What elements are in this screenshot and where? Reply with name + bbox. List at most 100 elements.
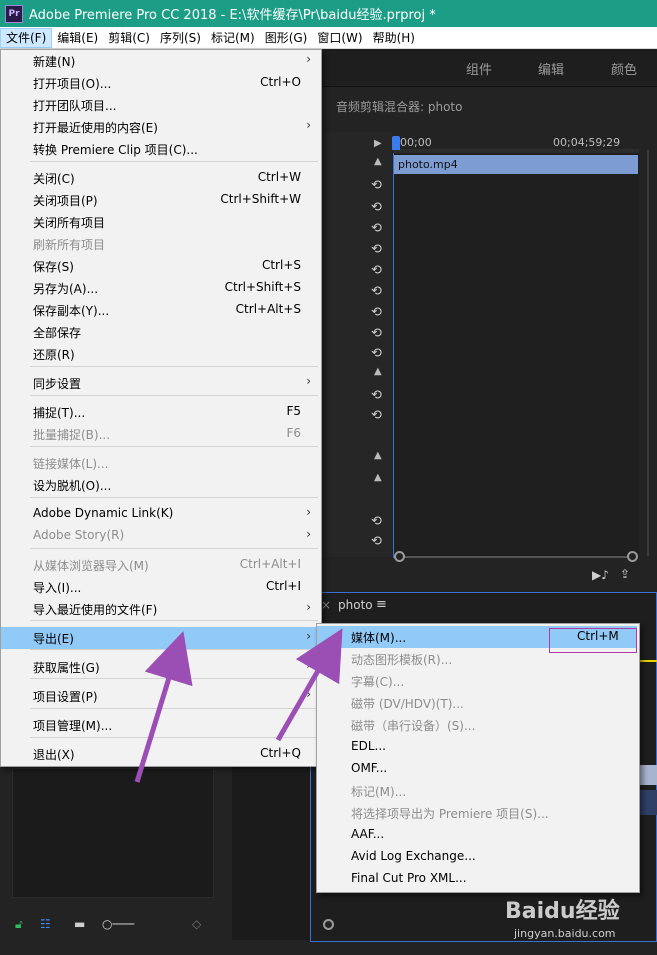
export-menu-item[interactable]: OMF... — [317, 758, 637, 780]
menu-file[interactable]: 文件(F) — [0, 27, 53, 48]
reset-icon[interactable]: ⟲ — [371, 408, 382, 423]
file-menu-item[interactable]: 打开最近使用的内容(E) › — [1, 116, 319, 138]
menu-separator — [30, 161, 318, 162]
reset-icon[interactable]: ⟲ — [371, 263, 382, 278]
collapse-arrow-icon[interactable]: ▲ — [374, 472, 382, 483]
reset-icon[interactable]: ⟲ — [371, 514, 382, 529]
export-menu-item[interactable]: AAF... — [317, 824, 637, 846]
menu-item-label: 刷新所有项目 — [33, 238, 106, 252]
time-ruler[interactable] — [393, 149, 639, 153]
reset-icon[interactable]: ⟲ — [371, 388, 382, 403]
audio-play-icon[interactable]: ▶♪ — [592, 568, 609, 582]
export-menu-item[interactable]: 磁带（串行设备）(S)... — [317, 714, 637, 736]
clip-item[interactable]: photo.mp4 — [394, 155, 638, 174]
timeline-scroll-handle[interactable] — [323, 919, 334, 930]
lock-icon[interactable]: 🔓︎ — [15, 917, 23, 932]
menu-clip[interactable]: 剪辑(C) — [103, 28, 155, 48]
file-menu-item[interactable]: 链接媒体(L)... — [1, 452, 319, 474]
reset-icon[interactable]: ⟲ — [371, 242, 382, 257]
panel-menu-icon[interactable]: ≡ — [376, 597, 387, 612]
file-menu-item[interactable]: 打开团队项目... — [1, 94, 319, 116]
file-menu-item[interactable]: 项目管理(M)... — [1, 714, 319, 736]
file-menu-item[interactable]: 关闭(C) Ctrl+W — [1, 167, 319, 189]
file-menu-item[interactable]: Adobe Dynamic Link(K) › — [1, 503, 319, 525]
menu-edit[interactable]: 编辑(E) — [52, 28, 103, 48]
close-icon[interactable]: × — [321, 598, 331, 612]
tab-color[interactable]: 颜色 — [611, 59, 637, 78]
menu-item-label: 转换 Premiere Clip 项目(C)... — [33, 143, 198, 157]
export-menu-item[interactable]: Final Cut Pro XML... — [317, 868, 637, 890]
file-menu-item[interactable]: 打开项目(O)... Ctrl+O — [1, 72, 319, 94]
export-menu-item[interactable]: 标记(M)... — [317, 780, 637, 802]
reset-icon[interactable]: ⟲ — [371, 178, 382, 193]
menu-help[interactable]: 帮助(H) — [368, 28, 420, 48]
collapse-arrow-icon[interactable]: ▲ — [374, 450, 382, 461]
export-menu-item[interactable]: 字幕(C)... — [317, 670, 637, 692]
menu-item-label: 设为脱机(O)... — [33, 479, 112, 493]
file-menu-item[interactable]: 项目设置(P) › — [1, 685, 319, 707]
tab-assembly[interactable]: 组件 — [466, 59, 492, 78]
menu-graphics[interactable]: 图形(G) — [260, 28, 313, 48]
reset-icon[interactable]: ⟲ — [371, 284, 382, 299]
vertical-scrollbar[interactable] — [647, 150, 649, 556]
file-menu-item[interactable]: 批量捕捉(B)... F6 — [1, 423, 319, 445]
tab-editing[interactable]: 编辑 — [538, 59, 564, 78]
collapse-arrow-icon[interactable]: ▲ — [374, 366, 382, 377]
file-menu-item[interactable]: 同步设置 › — [1, 372, 319, 394]
track-clip[interactable] — [639, 790, 657, 815]
file-menu-item[interactable]: Adobe Story(R) › — [1, 525, 319, 547]
play-arrow-icon[interactable]: ▶ — [374, 138, 382, 149]
file-menu-item[interactable]: 关闭所有项目 — [1, 211, 319, 233]
icon-view-icon[interactable]: ▬ — [74, 917, 85, 931]
menu-item-label: OMF... — [351, 761, 388, 775]
file-menu-item[interactable]: 从媒体浏览器导入(M) Ctrl+Alt+I — [1, 554, 319, 576]
sequence-tab[interactable]: photo — [338, 598, 373, 612]
track-clip[interactable] — [639, 765, 657, 785]
menu-item-label: 关闭项目(P) — [33, 194, 98, 208]
file-menu-item[interactable]: 设为脱机(O)... — [1, 474, 319, 496]
reset-icon[interactable]: ⟲ — [371, 221, 382, 236]
project-panel — [12, 768, 214, 898]
file-menu-item[interactable]: 保存(S) Ctrl+S — [1, 255, 319, 277]
scroll-handle-right[interactable] — [627, 551, 638, 562]
playhead[interactable] — [392, 136, 400, 150]
export-menu-item[interactable]: 磁带 (DV/HDV)(T)... — [317, 692, 637, 714]
file-menu-item[interactable]: 新建(N) › — [1, 50, 319, 72]
file-menu-item[interactable]: 转换 Premiere Clip 项目(C)... — [1, 138, 319, 160]
sort-icon[interactable]: ◇ — [192, 917, 201, 931]
list-view-icon[interactable]: ☷ — [40, 917, 51, 931]
file-menu-item[interactable]: 另存为(A)... Ctrl+Shift+S — [1, 277, 319, 299]
reset-icon[interactable]: ⟲ — [371, 326, 382, 341]
file-menu-item[interactable]: 退出(X) Ctrl+Q — [1, 743, 319, 765]
zoom-slider[interactable]: ○─── — [102, 917, 134, 931]
collapse-arrow-icon[interactable]: ▲ — [374, 156, 382, 167]
clip-timeline-area[interactable] — [393, 152, 639, 558]
file-menu-item[interactable]: 全部保存 — [1, 321, 319, 343]
file-menu-item[interactable]: 保存副本(Y)... Ctrl+Alt+S — [1, 299, 319, 321]
file-menu-item[interactable]: 关闭项目(P) Ctrl+Shift+W — [1, 189, 319, 211]
menu-sequence[interactable]: 序列(S) — [155, 28, 206, 48]
reset-icon[interactable]: ⟲ — [371, 346, 382, 361]
export-menu-item[interactable]: Avid Log Exchange... — [317, 846, 637, 868]
menu-item-label: AAF... — [351, 827, 385, 841]
export-frame-icon[interactable]: ⇪ — [620, 567, 630, 581]
submenu-arrow-icon: › — [306, 600, 311, 614]
scroll-handle-left[interactable] — [394, 551, 405, 562]
file-menu-item[interactable]: 捕捉(T)... F5 — [1, 401, 319, 423]
file-menu-item[interactable]: 获取属性(G) › — [1, 656, 319, 678]
file-menu-item[interactable]: 还原(R) — [1, 343, 319, 365]
menu-window[interactable]: 窗口(W) — [312, 28, 367, 48]
export-menu-item[interactable]: 将选择项导出为 Premiere 项目(S)... — [317, 802, 637, 824]
reset-icon[interactable]: ⟲ — [371, 305, 382, 320]
file-menu-item[interactable]: 导入(I)... Ctrl+I — [1, 576, 319, 598]
file-menu-item[interactable]: 导入最近使用的文件(F) › — [1, 598, 319, 620]
horizontal-scrollbar[interactable] — [397, 556, 635, 558]
export-menu-item[interactable]: EDL... — [317, 736, 637, 758]
file-menu-item[interactable]: 刷新所有项目 — [1, 233, 319, 255]
reset-icon[interactable]: ⟲ — [371, 534, 382, 549]
menu-item-label: 获取属性(G) — [33, 661, 100, 675]
menu-marker[interactable]: 标记(M) — [206, 28, 260, 48]
reset-icon[interactable]: ⟲ — [371, 200, 382, 215]
menu-item-label: 关闭(C) — [33, 172, 75, 186]
file-menu-item[interactable]: 导出(E) › — [1, 627, 319, 649]
